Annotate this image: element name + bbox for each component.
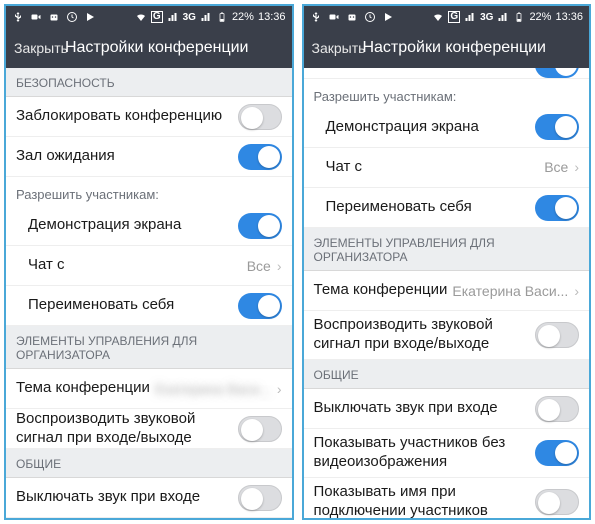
navbar: Закрыть Настройки конференции [304, 28, 590, 68]
status-time: 13:36 [258, 11, 286, 23]
network-type: 3G [480, 12, 493, 23]
network-type: 3G [183, 12, 196, 23]
status-bar: G 3G 22% 13:36 [6, 6, 292, 28]
row-rename-self[interactable]: Переименовать себя [6, 286, 292, 326]
wifi-icon [432, 11, 444, 23]
signal-icon [167, 11, 179, 23]
row-label: Переименовать себя [28, 296, 238, 315]
row-label: Демонстрация экрана [28, 216, 238, 235]
row-mute-on-join[interactable]: Выключать звук при входе [304, 389, 590, 429]
row-play-sound[interactable]: Воспроизводить звуковой сигнал при входе… [304, 311, 590, 360]
settings-list: Разрешить участникам: Демонстрация экран… [304, 68, 590, 518]
row-chat-with[interactable]: Чат с Все › [6, 246, 292, 286]
row-label: Тема конференции [314, 281, 453, 300]
camera-icon [328, 11, 340, 23]
row-chat-with[interactable]: Чат с Все › [304, 148, 590, 188]
section-general: ОБЩИЕ [304, 360, 590, 389]
toggle-play-sound[interactable] [535, 322, 579, 348]
partial-toggle-top [304, 68, 590, 79]
section-general: ОБЩИЕ [6, 449, 292, 478]
row-mute-on-join[interactable]: Выключать звук при входе [6, 478, 292, 518]
section-host-controls: ЭЛЕМЕНТЫ УПРАВЛЕНИЯ ДЛЯ ОРГАНИЗАТОРА [304, 228, 590, 271]
row-label: Заблокировать конференцию [16, 107, 238, 126]
phone-right: G 3G 22% 13:36 Закрыть Настройки конфере… [302, 4, 592, 520]
clock-icon [364, 11, 376, 23]
section-host-controls: ЭЛЕМЕНТЫ УПРАВЛЕНИЯ ДЛЯ ОРГАНИЗАТОРА [6, 326, 292, 369]
page-title: Настройки конференции [30, 39, 284, 57]
robot-icon [48, 11, 60, 23]
row-topic[interactable]: Тема конференции Екатерина Васи... › [6, 369, 292, 409]
toggle-partial[interactable] [535, 68, 579, 78]
chevron-right-icon: › [277, 258, 282, 274]
subheader-allow-participants: Разрешить участникам: [304, 79, 590, 108]
battery-icon [216, 11, 228, 23]
row-lock-conference[interactable]: Заблокировать конференцию [6, 97, 292, 137]
signal2-icon [200, 11, 212, 23]
toggle-lock-conference[interactable] [238, 104, 282, 130]
toggle-screen-share[interactable] [238, 213, 282, 239]
navbar: Закрыть Настройки конференции [6, 28, 292, 68]
signal-icon [464, 11, 476, 23]
row-label: Выключать звук при входе [16, 488, 238, 507]
row-rename-self[interactable]: Переименовать себя [304, 188, 590, 228]
row-label: Показывать участников без видеоизображен… [314, 434, 536, 472]
row-topic[interactable]: Тема конференции Екатерина Васи... › [304, 271, 590, 311]
phone-left: G 3G 22% 13:36 Закрыть Настройки конфере… [4, 4, 294, 520]
subheader-allow-participants: Разрешить участникам: [6, 177, 292, 206]
battery-percent: 22% [232, 11, 254, 23]
row-label: Показывать имя при подключении участнико… [314, 483, 536, 518]
play-icon [84, 11, 96, 23]
toggle-screen-share[interactable] [535, 114, 579, 140]
signal2-icon [497, 11, 509, 23]
row-label: Демонстрация экрана [326, 118, 536, 137]
row-label: Зал ожидания [16, 147, 238, 166]
battery-icon [513, 11, 525, 23]
row-waiting-room[interactable]: Зал ожидания [6, 137, 292, 177]
usb-icon [12, 11, 24, 23]
page-title: Настройки конференции [327, 39, 581, 57]
toggle-rename-self[interactable] [238, 293, 282, 319]
usb-icon [310, 11, 322, 23]
toggle-mute-on-join[interactable] [238, 485, 282, 511]
toggle-show-no-video[interactable] [535, 440, 579, 466]
chevron-right-icon: › [277, 381, 282, 397]
row-value: Екатерина Васи... [452, 283, 568, 299]
chevron-right-icon: › [574, 159, 579, 175]
g-mark-icon: G [448, 11, 460, 23]
row-play-sound[interactable]: Воспроизводить звуковой сигнал при входе… [6, 409, 292, 449]
clock-icon [66, 11, 78, 23]
row-label: Чат с [326, 158, 545, 177]
battery-percent: 22% [529, 11, 551, 23]
toggle-rename-self[interactable] [535, 195, 579, 221]
row-screen-share[interactable]: Демонстрация экрана [304, 108, 590, 148]
section-security: БЕЗОПАСНОСТЬ [6, 68, 292, 97]
row-label: Тема конференции [16, 379, 155, 398]
robot-icon [346, 11, 358, 23]
row-show-no-video[interactable]: Показывать участников без видеоизображен… [304, 429, 590, 478]
row-label: Переименовать себя [326, 198, 536, 217]
toggle-waiting-room[interactable] [238, 144, 282, 170]
toggle-play-sound[interactable] [238, 416, 282, 442]
row-show-name-on-join[interactable]: Показывать имя при подключении участнико… [304, 478, 590, 518]
settings-list: БЕЗОПАСНОСТЬ Заблокировать конференцию З… [6, 68, 292, 518]
camera-icon [30, 11, 42, 23]
row-label: Выключать звук при входе [314, 399, 536, 418]
row-value-blurred: Екатерина Васи... [155, 381, 271, 397]
toggle-show-name-on-join[interactable] [535, 489, 579, 515]
wifi-icon [135, 11, 147, 23]
play-icon [382, 11, 394, 23]
chevron-right-icon: › [574, 283, 579, 299]
row-label: Чат с [28, 256, 247, 275]
status-time: 13:36 [555, 11, 583, 23]
toggle-mute-on-join[interactable] [535, 396, 579, 422]
g-mark-icon: G [151, 11, 163, 23]
row-label: Воспроизводить звуковой сигнал при входе… [16, 410, 238, 448]
row-screen-share[interactable]: Демонстрация экрана [6, 206, 292, 246]
row-value: Все [544, 159, 568, 175]
row-label: Воспроизводить звуковой сигнал при входе… [314, 316, 536, 354]
status-bar: G 3G 22% 13:36 [304, 6, 590, 28]
row-value: Все [247, 258, 271, 274]
